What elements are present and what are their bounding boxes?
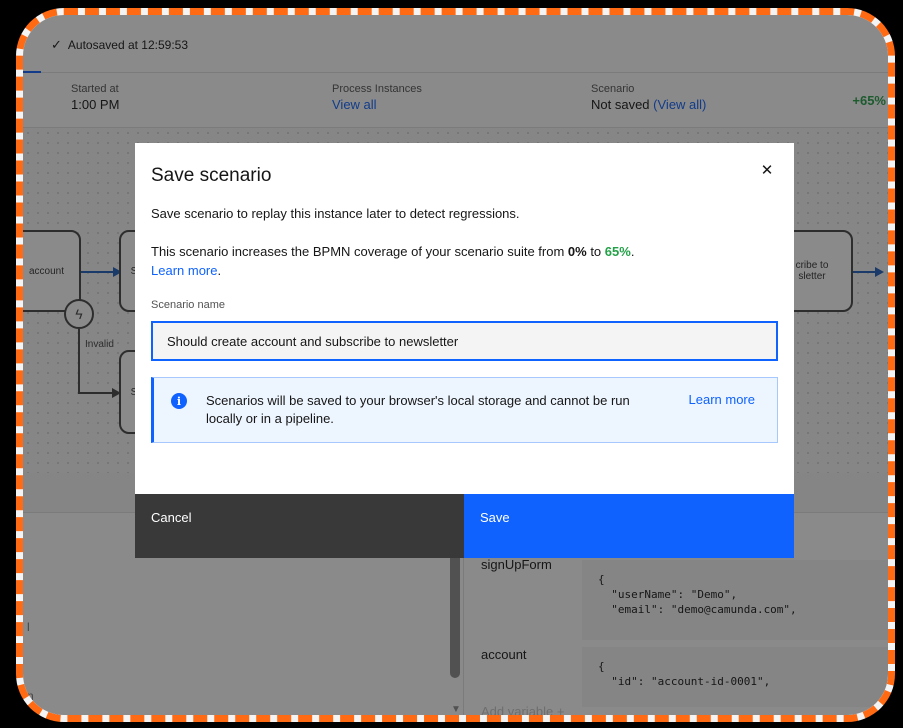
close-icon[interactable]: ✕ [756,159,778,181]
cancel-button[interactable]: Cancel [135,494,464,558]
scenario-name-input[interactable] [151,321,778,361]
save-scenario-modal: Save scenario ✕ Save scenario to replay … [135,143,794,558]
app: ✓ Autosaved at 12:59:53 Started at 1:00 … [23,15,888,715]
save-button[interactable]: Save [464,494,794,558]
modal-title: Save scenario [151,165,272,186]
learn-more-suffix: . [217,263,222,278]
coverage-from: 0% [567,244,587,259]
notification-learn-more-link[interactable]: Learn more [689,392,755,407]
coverage-text: This scenario increases the BPMN coverag… [151,242,634,280]
modal-description: Save scenario to replay this instance la… [151,206,520,221]
info-notification: i Scenarios will be saved to your browse… [151,377,778,443]
learn-more-link[interactable]: Learn more [151,263,217,278]
scenario-name-label: Scenario name [151,299,225,311]
notification-text: Scenarios will be saved to your browser'… [206,393,630,426]
coverage-suffix: . [630,244,635,259]
information-icon: i [171,393,187,409]
coverage-to: 65% [604,244,631,259]
coverage-mid: to [586,244,605,259]
coverage-prefix: This scenario increases the BPMN coverag… [151,244,568,259]
screenshot-frame: ✓ Autosaved at 12:59:53 Started at 1:00 … [16,8,895,722]
